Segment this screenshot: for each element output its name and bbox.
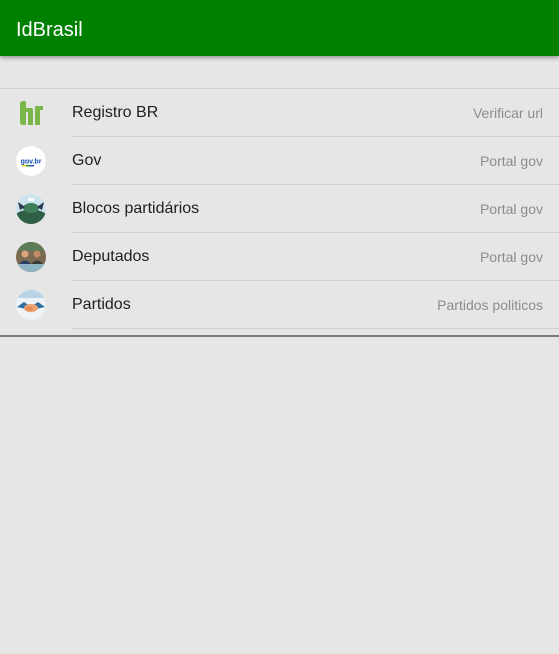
link-list: Registro BR Verificar url gov.br Gov Por…	[0, 88, 559, 337]
row-divider	[72, 328, 559, 329]
gov-br-logo-text: gov.br	[21, 159, 42, 166]
list-item-partidos[interactable]: Partidos Partidos politicos	[0, 281, 559, 329]
list-item-subtitle: Partidos politicos	[437, 297, 543, 313]
list-item-title: Gov	[72, 152, 102, 169]
list-item-title: Partidos	[72, 296, 131, 313]
list-item-subtitle: Verificar url	[472, 105, 543, 121]
app-bar: IdBrasil	[0, 0, 559, 56]
app-title: IdBrasil	[16, 19, 83, 41]
list-item-subtitle: Portal gov	[479, 153, 543, 169]
list-item-deputados[interactable]: Deputados Portal gov	[0, 233, 559, 281]
gov-br-logo-icon: gov.br	[16, 146, 46, 176]
list-item-gov[interactable]: gov.br Gov Portal gov	[0, 137, 559, 185]
deputados-thumbnail-icon	[16, 242, 46, 272]
registro-br-logo-icon	[16, 98, 46, 128]
handshake-thumbnail-icon	[16, 290, 46, 320]
list-item-subtitle: Portal gov	[479, 249, 543, 265]
list-item-title: Blocos partidários	[72, 200, 200, 217]
list-item-registro-br[interactable]: Registro BR Verificar url	[0, 89, 559, 137]
list-item-subtitle: Portal gov	[479, 201, 543, 217]
list-item-blocos-partidarios[interactable]: Blocos partidários Portal gov	[0, 185, 559, 233]
list-item-title: Deputados	[72, 248, 150, 265]
list-item-title: Registro BR	[72, 104, 159, 121]
blocos-partidarios-thumbnail-icon	[16, 194, 46, 224]
